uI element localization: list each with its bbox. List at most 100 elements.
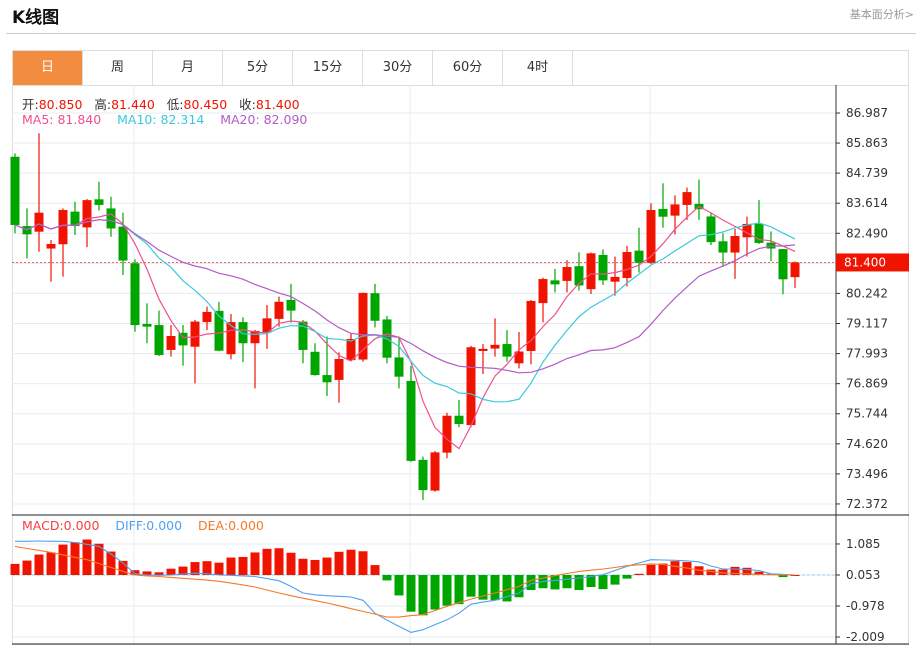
macd-bar: [550, 575, 560, 590]
candle-down: [10, 156, 20, 226]
price-tick-label: 85.863: [846, 136, 888, 150]
macd-tick-label: 1.085: [846, 537, 880, 551]
candle-down: [118, 226, 128, 261]
candle-up: [646, 210, 656, 263]
candle-down: [394, 357, 404, 377]
candle-up: [202, 311, 212, 323]
macd-bar: [70, 542, 80, 575]
macd-bar: [58, 544, 68, 575]
macd-bar: [262, 548, 272, 575]
macd-bar: [466, 575, 476, 597]
macd-bar: [418, 575, 428, 616]
high-label: 高:: [94, 97, 112, 112]
macd-bar: [358, 551, 368, 575]
macd-bar: [310, 559, 320, 575]
candle-down: [238, 322, 248, 344]
price-tick-label: 79.117: [846, 317, 888, 331]
macd-bar: [670, 561, 680, 575]
candle-up: [490, 344, 500, 349]
macd-bar: [10, 563, 20, 575]
candle-down: [550, 280, 560, 285]
candle-down: [370, 293, 380, 321]
candle-up: [166, 336, 176, 350]
candle-up: [226, 322, 236, 355]
candle-down: [418, 459, 428, 491]
macd-tick-label: 0.053: [846, 568, 880, 582]
open-value: 80.850: [38, 97, 83, 112]
price-tick-label: 83.614: [846, 196, 888, 210]
macd-bar: [346, 549, 356, 575]
macd-bar: [370, 565, 380, 575]
macd-bar: [394, 575, 404, 596]
macd-bar: [154, 572, 164, 575]
macd-bar: [286, 552, 296, 575]
macd-bar: [334, 551, 344, 575]
candle-down: [142, 323, 152, 327]
candle-down: [322, 375, 332, 383]
candle-up: [274, 301, 284, 319]
candle-down: [502, 344, 512, 357]
candle-down: [406, 380, 416, 461]
candle-down: [778, 249, 788, 280]
candle-up: [790, 262, 800, 278]
ohlc-legend: 开:80.850 高:81.440 低:80.450 收:81.400: [22, 94, 300, 113]
candle-up: [682, 192, 692, 205]
close-value: 81.400: [255, 97, 300, 112]
candle-down: [106, 208, 116, 229]
candle-down: [658, 208, 668, 217]
candle-up: [442, 415, 452, 453]
macd-bar: [166, 568, 176, 575]
price-tick-label: 72.372: [846, 497, 888, 511]
candle-up: [334, 359, 344, 380]
price-tick-label: 86.987: [846, 106, 888, 120]
macd-bar: [490, 575, 500, 601]
macd-bar: [322, 557, 332, 575]
candle-up: [34, 212, 44, 232]
candle-up: [670, 204, 680, 216]
ma-legend: MA5: 81.840 MA10: 82.314 MA20: 82.090: [22, 112, 307, 127]
macd-bar: [622, 575, 632, 579]
low-label: 低:: [166, 97, 184, 112]
ma5-value: MA5: 81.840: [22, 112, 102, 127]
macd-bar: [238, 556, 248, 575]
open-label: 开:: [22, 97, 39, 112]
ma5-line: [14, 205, 796, 450]
macd-bar: [634, 573, 644, 575]
price-tick-label: 82.490: [846, 226, 888, 240]
candle-up: [586, 253, 596, 290]
macd-bar: [250, 552, 260, 575]
macd-bar: [598, 575, 608, 590]
candle-up: [466, 347, 476, 426]
macd-value: MACD:0.000: [22, 518, 100, 533]
macd-bar: [442, 575, 452, 606]
diff-value: DIFF:0.000: [115, 518, 183, 533]
candle-down: [718, 241, 728, 253]
candle-down: [706, 216, 716, 243]
candle-down: [598, 254, 608, 281]
candle-down: [454, 415, 464, 425]
macd-tick-label: -0.978: [846, 599, 885, 613]
macd-bar: [406, 575, 416, 612]
candle-up: [478, 348, 488, 351]
candle-down: [574, 266, 584, 286]
candle-up: [250, 330, 260, 344]
candle-down: [634, 250, 644, 263]
last-price-label: 81.400: [844, 255, 886, 269]
macd-legend: MACD:0.000 DIFF:0.000 DEA:0.000: [22, 518, 264, 533]
price-tick-label: 84.739: [846, 166, 888, 180]
macd-bar: [298, 558, 308, 575]
candle-down: [178, 332, 188, 346]
candle-down: [310, 351, 320, 376]
price-tick-label: 77.993: [846, 347, 888, 361]
candle-down: [130, 263, 140, 326]
price-tick-label: 75.744: [846, 407, 888, 421]
candle-up: [190, 321, 200, 347]
macd-bar: [22, 560, 32, 575]
price-tick-label: 80.242: [846, 286, 888, 300]
high-value: 81.440: [111, 97, 155, 112]
macd-bar: [646, 564, 656, 575]
price-tick-label: 76.869: [846, 377, 888, 391]
ma10-value: MA10: 82.314: [117, 112, 205, 127]
macd-tick-label: -2.009: [846, 630, 885, 644]
diff-line: [15, 540, 796, 633]
